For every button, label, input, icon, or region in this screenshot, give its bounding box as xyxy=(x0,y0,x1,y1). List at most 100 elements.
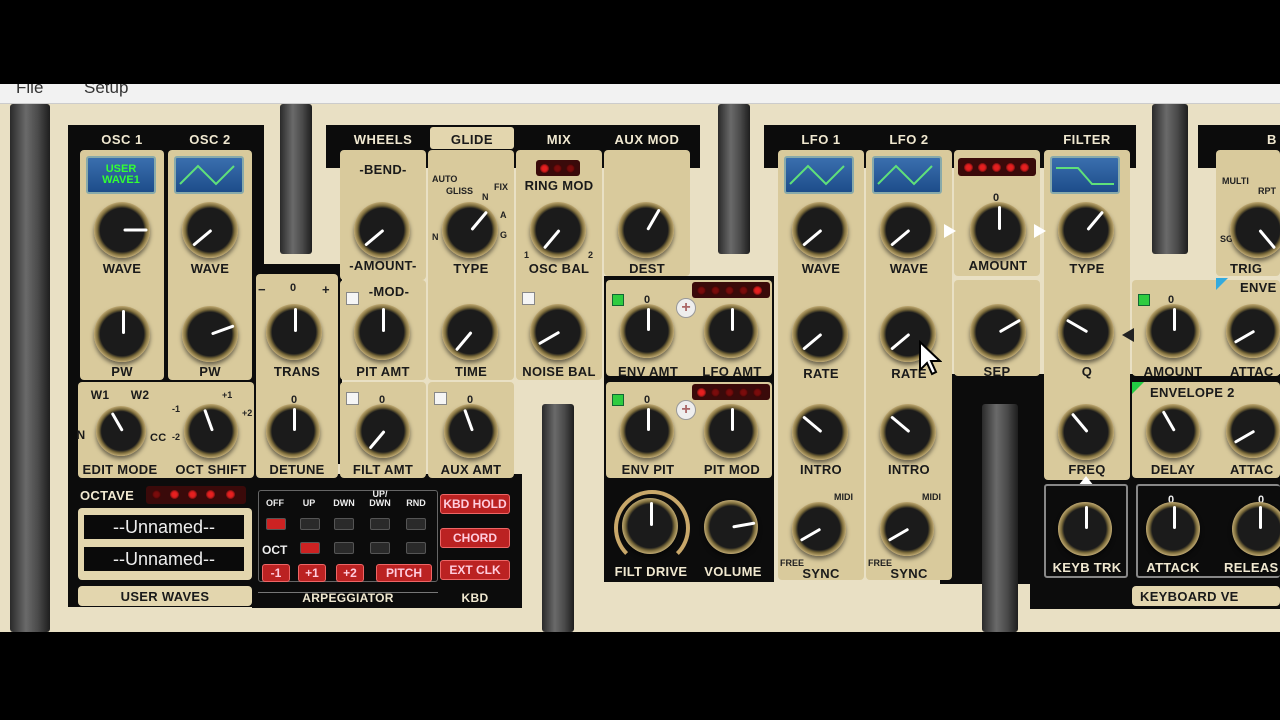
env-pit-label: ENV PIT xyxy=(621,462,675,477)
triangle-wave-icon xyxy=(179,164,235,186)
arp-minus1-button[interactable]: -1 xyxy=(262,564,290,582)
env-amt-label: ENV AMT xyxy=(617,364,679,379)
arp-oct-4-button[interactable] xyxy=(406,542,426,554)
env-amt-knob[interactable] xyxy=(620,304,674,358)
lfo-amount-knob[interactable] xyxy=(970,202,1026,258)
filt-drive-knob[interactable] xyxy=(622,498,678,554)
arp-rnd-button[interactable] xyxy=(406,518,426,530)
link-plus-icon-2[interactable]: + xyxy=(676,400,696,420)
arp-oct-3-button[interactable] xyxy=(370,542,390,554)
arp-up-button[interactable] xyxy=(300,518,320,530)
arp-plus2-button[interactable]: +2 xyxy=(336,564,364,582)
glide-time-knob[interactable] xyxy=(442,304,498,360)
kbd-env-attack-label: ATTACK xyxy=(1146,560,1200,575)
env1-attack-knob[interactable] xyxy=(1226,304,1280,358)
lfo1-intro-knob[interactable] xyxy=(792,404,848,460)
patch-name-1[interactable]: --Unnamed-- xyxy=(84,515,244,539)
lfo1-rate-label: RATE xyxy=(803,366,839,381)
filter-type-knob[interactable] xyxy=(1058,202,1114,258)
lfo1-wave-display[interactable] xyxy=(784,156,854,194)
filt-amt-knob[interactable] xyxy=(356,404,410,458)
arp-updwn-button[interactable] xyxy=(370,518,390,530)
pit-amt-knob[interactable] xyxy=(354,304,410,360)
kbd-env-attack-knob[interactable] xyxy=(1146,502,1200,556)
glide-n2: N xyxy=(432,232,439,242)
osc2-wave-knob[interactable] xyxy=(182,202,238,258)
lfo2-wave-display[interactable] xyxy=(872,156,942,194)
osc2-pw-knob[interactable] xyxy=(182,306,238,362)
lfo1-sync-knob[interactable] xyxy=(792,502,846,556)
ring-mod-led-2 xyxy=(553,164,562,173)
arp-oct-2-button[interactable] xyxy=(334,542,354,554)
chord-button[interactable]: CHORD xyxy=(440,528,510,548)
noise-checkbox[interactable] xyxy=(522,292,535,305)
lfo1-rate-knob[interactable] xyxy=(792,306,848,362)
patch-name-2[interactable]: --Unnamed-- xyxy=(84,547,244,571)
env-amount-knob[interactable] xyxy=(1146,304,1200,358)
link-plus-icon[interactable]: + xyxy=(676,298,696,318)
sep-knob[interactable] xyxy=(970,304,1026,360)
trans-plus: + xyxy=(322,282,330,297)
keyb-trk-knob[interactable] xyxy=(1058,502,1112,556)
glide-time-label: TIME xyxy=(454,364,488,379)
menu-setup[interactable]: Setup xyxy=(84,84,128,98)
bend-amount-knob[interactable] xyxy=(354,202,410,258)
arp-col-up: UP xyxy=(302,498,316,508)
lfo2-wave-knob[interactable] xyxy=(880,202,936,258)
arp-oct-1-button[interactable] xyxy=(300,542,320,554)
env-amount-led[interactable] xyxy=(1138,294,1150,306)
env-pit-knob[interactable] xyxy=(620,404,674,458)
arrow-right-icon xyxy=(1034,224,1046,238)
osc1-wave-label: WAVE xyxy=(102,261,142,276)
arp-pitch-button[interactable]: PITCH xyxy=(376,564,432,582)
env-amt-led[interactable] xyxy=(612,294,624,306)
lfo2-intro-knob[interactable] xyxy=(880,404,936,460)
detune-knob[interactable] xyxy=(266,404,320,458)
pit-mod-knob[interactable] xyxy=(704,404,758,458)
trans-knob[interactable] xyxy=(266,304,322,360)
aux-amt-checkbox[interactable] xyxy=(434,392,447,405)
dest-knob[interactable] xyxy=(618,202,674,258)
noise-bal-label: NOISE BAL xyxy=(522,364,596,379)
env-amount-label: AMOUNT xyxy=(1143,364,1203,379)
env1-label: ENVE xyxy=(1240,280,1277,295)
env2-delay-knob[interactable] xyxy=(1146,404,1200,458)
header-osc2: OSC 2 xyxy=(189,132,231,147)
trig-multi: MULTI xyxy=(1222,176,1249,186)
menu-bar: File Setup xyxy=(0,84,1280,104)
env2-attack-knob[interactable] xyxy=(1226,404,1280,458)
lfo2-sync-knob[interactable] xyxy=(880,502,934,556)
osc-bal-knob[interactable] xyxy=(530,202,586,258)
arp-dwn-button[interactable] xyxy=(334,518,354,530)
glide-type-knob[interactable] xyxy=(442,202,498,258)
lfo1-wave-knob[interactable] xyxy=(792,202,848,258)
filt-drive-label: FILT DRIVE xyxy=(614,564,688,579)
menu-file[interactable]: File xyxy=(16,84,43,98)
ext-clk-button[interactable]: EXT CLK xyxy=(440,560,510,580)
aux-amt-knob[interactable] xyxy=(444,404,498,458)
osc-bal-2: 2 xyxy=(588,250,594,260)
screen: File Setup OSC 1 OSC 2 WHEELS GLIDE MIX … xyxy=(0,0,1280,720)
osc2-wave-display[interactable] xyxy=(174,156,244,194)
arp-plus1-button[interactable]: +1 xyxy=(298,564,326,582)
filt-amt-checkbox[interactable] xyxy=(346,392,359,405)
osc1-wave-knob[interactable] xyxy=(94,202,150,258)
arpeggiator-label: ARPEGGIATOR xyxy=(302,591,394,605)
arp-off-button[interactable] xyxy=(266,518,286,530)
user-waves-button[interactable]: USER WAVES xyxy=(78,589,252,604)
trig-knob[interactable] xyxy=(1230,202,1280,258)
lfo-amt-knob[interactable] xyxy=(704,304,758,358)
env-pit-led[interactable] xyxy=(612,394,624,406)
filter-type-display[interactable] xyxy=(1050,156,1120,194)
osc1-wave-display[interactable]: USER WAVE1 xyxy=(86,156,156,194)
freq-knob[interactable] xyxy=(1058,404,1114,460)
osc1-pw-knob[interactable] xyxy=(94,306,150,362)
q-knob[interactable] xyxy=(1058,304,1114,360)
kbd-hold-button[interactable]: KBD HOLD xyxy=(440,494,510,514)
ring-mod-led-1 xyxy=(540,164,549,173)
kbd-env-release-knob[interactable] xyxy=(1232,502,1280,556)
edit-mode-knob[interactable] xyxy=(96,406,146,456)
oct-shift-knob[interactable] xyxy=(184,404,238,458)
noise-bal-knob[interactable] xyxy=(530,304,586,360)
volume-knob[interactable] xyxy=(704,500,758,554)
